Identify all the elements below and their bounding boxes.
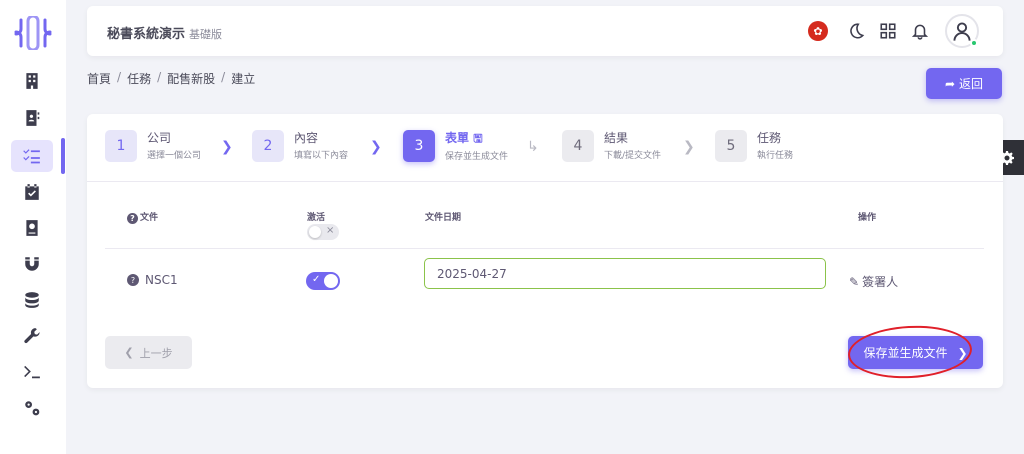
breadcrumb-separator: /: [157, 70, 162, 84]
user-icon: [953, 22, 971, 41]
step-number: 2: [252, 130, 284, 162]
edit-icon: ✎: [849, 274, 860, 289]
hong-kong-flag-icon: ✿: [808, 21, 828, 41]
breadcrumb-separator: /: [117, 70, 122, 84]
signer-link[interactable]: ✎ 簽署人: [849, 273, 898, 290]
step-title: 結果: [604, 131, 629, 145]
notifications-button[interactable]: [910, 21, 930, 41]
step-subtitle: 填寫以下內容: [294, 151, 349, 161]
table-row-file-name: ? NSC1: [127, 273, 178, 287]
step-title: 內容: [294, 131, 319, 145]
help-icon[interactable]: ?: [127, 274, 139, 286]
app-title: 秘書系統演示 基礎版: [107, 23, 222, 42]
grid-icon: [880, 23, 896, 39]
step-subtitle: 下載/提交文件: [604, 151, 662, 161]
moon-icon: [850, 23, 865, 39]
sidebar-item-tools[interactable]: [20, 324, 44, 348]
column-header-date: 文件日期: [425, 213, 462, 223]
chevron-left-icon: ❮: [124, 346, 134, 359]
column-header-action: 操作: [858, 213, 877, 223]
bell-icon: [911, 24, 929, 40]
toggle-knob: [309, 226, 321, 238]
step-number: 5: [715, 130, 747, 162]
step-number: 4: [562, 130, 594, 162]
back-arrow-icon: ➦: [944, 76, 956, 91]
column-header-active: 激活: [307, 213, 326, 223]
sidebar-item-terminal[interactable]: [20, 360, 44, 384]
wizard-steps: 1 公司 選擇一個公司 ❯ 2 內容 填寫以下內容 ❯ 3 表單 🖫 保存並生成…: [87, 114, 1003, 182]
step-title: 表單 🖫: [445, 131, 508, 146]
column-header-file: ? 文件: [127, 210, 158, 224]
signer-label: 簽署人: [862, 275, 899, 289]
breadcrumb: 首頁 / 任務 / 配售新股 / 建立: [87, 70, 255, 87]
register-book-icon: [26, 220, 38, 236]
app-edition: 基礎版: [189, 28, 223, 41]
app-logo[interactable]: [12, 14, 54, 52]
breadcrumb-create: 建立: [231, 72, 256, 86]
sidebar-item-calendar[interactable]: [20, 180, 44, 204]
chevron-right-icon: ❯: [370, 139, 382, 155]
sidebar-item-company[interactable]: [20, 69, 44, 93]
apps-grid-button[interactable]: [878, 21, 898, 41]
step-title: 公司: [147, 131, 172, 145]
online-status-dot: [970, 39, 978, 47]
toggle-knob: [324, 274, 338, 288]
previous-step-button[interactable]: ❮ 上一步: [105, 336, 192, 369]
file-name: NSC1: [145, 273, 178, 287]
sidebar-active-indicator: [61, 138, 65, 174]
sidebar: [0, 0, 66, 454]
save-icon: 🖫: [473, 132, 483, 145]
back-button[interactable]: ➦ 返回: [926, 68, 1002, 99]
dark-mode-toggle[interactable]: [846, 21, 866, 41]
top-navbar: 秘書系統演示 基礎版 ✿: [87, 6, 1003, 56]
arrow-turn-icon: ↳: [527, 139, 539, 155]
breadcrumb-tasks[interactable]: 任務: [127, 70, 151, 87]
step-company[interactable]: 1 公司 選擇一個公司: [105, 130, 201, 162]
sidebar-item-settings[interactable]: [20, 396, 44, 420]
step-form[interactable]: 3 表單 🖫 保存並生成文件: [403, 130, 508, 162]
step-number: 3: [403, 130, 435, 162]
gears-icon: [25, 401, 40, 416]
language-switcher[interactable]: ✿: [808, 21, 828, 41]
help-icon[interactable]: ?: [127, 213, 138, 224]
file-active-toggle[interactable]: ✓: [306, 272, 340, 290]
document-date-input[interactable]: 2025-04-27: [424, 258, 826, 289]
app-title-text: 秘書系統演示: [107, 27, 186, 42]
breadcrumb-home[interactable]: 首頁: [87, 70, 111, 87]
toggle-all-active[interactable]: ×: [307, 224, 339, 240]
table-divider: [105, 248, 984, 249]
chevron-right-icon: ❯: [683, 139, 695, 155]
chevron-right-icon: ❯: [221, 139, 233, 155]
column-header-file-label: 文件: [140, 213, 159, 223]
sidebar-item-contacts[interactable]: [20, 106, 44, 130]
breadcrumb-separator: /: [221, 70, 226, 84]
step-result[interactable]: 4 結果 下載/提交文件: [562, 130, 661, 162]
sidebar-item-register[interactable]: [20, 216, 44, 240]
sidebar-item-database[interactable]: [20, 288, 44, 312]
sidebar-item-magnet[interactable]: [20, 252, 44, 276]
step-title: 任務: [757, 131, 782, 145]
magnet-icon: [25, 257, 39, 271]
check-icon: ✓: [312, 274, 321, 285]
task-list-icon: [23, 149, 40, 164]
breadcrumb-placement[interactable]: 配售新股: [167, 70, 215, 87]
database-icon: [25, 292, 39, 308]
step-number: 1: [105, 130, 137, 162]
calendar-check-icon: [25, 184, 39, 200]
back-button-label: 返回: [959, 77, 984, 91]
building-icon: [26, 73, 38, 89]
x-icon: ×: [326, 225, 335, 236]
step-subtitle: 執行任務: [757, 151, 794, 161]
contact-book-icon: [26, 110, 40, 126]
previous-step-label: 上一步: [139, 346, 173, 360]
step-subtitle: 選擇一個公司: [147, 151, 202, 161]
step-title-text: 表單: [445, 131, 470, 145]
terminal-icon: [24, 365, 40, 379]
step-content[interactable]: 2 內容 填寫以下內容: [252, 130, 348, 162]
sidebar-item-tasks[interactable]: [20, 144, 44, 168]
wrench-icon: [24, 328, 40, 344]
step-subtitle: 保存並生成文件: [445, 152, 509, 162]
step-task[interactable]: 5 任務 執行任務: [715, 130, 793, 162]
